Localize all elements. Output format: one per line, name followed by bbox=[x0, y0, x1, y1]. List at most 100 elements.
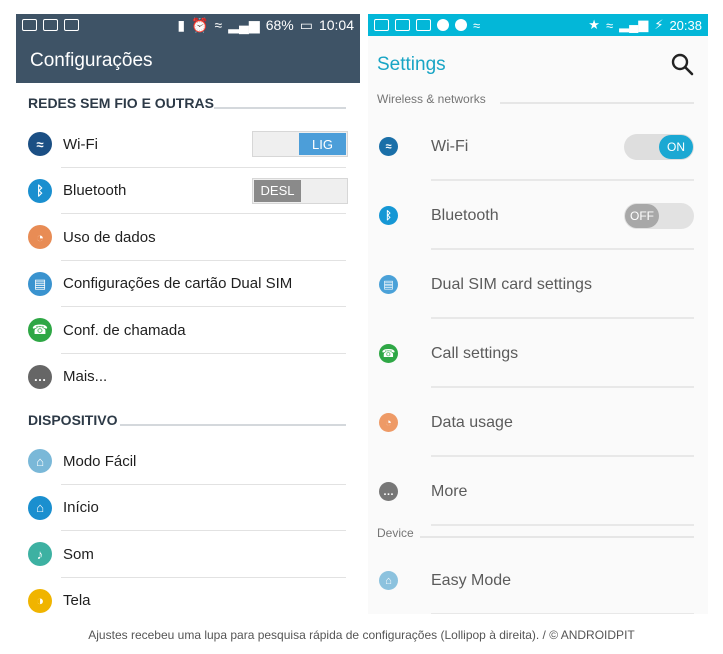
vibrate-icon: ▮ bbox=[177, 16, 186, 33]
toggle-state-label: LIG bbox=[299, 133, 346, 156]
settings-item-label: Easy Mode bbox=[431, 571, 512, 589]
data-usage-icon: ◔ bbox=[379, 413, 398, 432]
settings-item-wifi[interactable]: ≈ Wi-Fi ON bbox=[368, 112, 708, 181]
easy-mode-icon: ⌂ bbox=[28, 449, 52, 474]
wifi-icon: ≈ bbox=[28, 132, 52, 157]
settings-item-sound[interactable]: ♪ Som bbox=[16, 531, 360, 578]
settings-item-label: Modo Fácil bbox=[63, 452, 137, 470]
sound-icon: ♪ bbox=[28, 542, 52, 567]
image-caption: Ajustes recebeu uma lupa para pesquisa r… bbox=[88, 628, 635, 642]
hotspot-icon: ≈ bbox=[473, 17, 481, 33]
settings-item-phone[interactable]: ☎ Call settings bbox=[368, 319, 708, 388]
settings-item-data-usage[interactable]: ◔ Uso de dados bbox=[16, 214, 360, 261]
page-title: Settings bbox=[377, 54, 446, 75]
wifi-signal-icon: ≈ bbox=[214, 17, 223, 33]
settings-item-label: Tela bbox=[63, 592, 91, 610]
settings-item-label: Wi-Fi bbox=[431, 137, 469, 155]
wifi-icon: ≈ bbox=[379, 137, 398, 156]
settings-item-easy-mode[interactable]: ⌂ Easy Mode bbox=[368, 546, 708, 614]
gallery-notification-icon bbox=[22, 19, 37, 31]
settings-list-wireless: ≈ Wi-Fi LIG ᛒ Bluetooth DESL ◔ Uso de dados ▤ Con… bbox=[16, 121, 360, 400]
section-divider bbox=[120, 424, 346, 426]
cell-signal-icon: ▂▄▆ bbox=[228, 16, 260, 33]
toggle-switch[interactable]: DESL bbox=[252, 177, 348, 204]
settings-list-device: ⌂ Easy Mode bbox=[368, 546, 708, 614]
bluetooth-icon: ᛒ bbox=[28, 178, 52, 203]
display-icon: ◑ bbox=[28, 588, 52, 613]
settings-item-phone[interactable]: ☎ Conf. de chamada bbox=[16, 307, 360, 354]
section-header-device: DISPOSITIVO bbox=[16, 400, 360, 438]
message-notification-icon bbox=[43, 19, 58, 31]
clock: 20:38 bbox=[669, 17, 702, 33]
notification-dot-icon bbox=[455, 19, 467, 31]
section-header-wireless: REDES SEM FIO E OUTRAS bbox=[16, 83, 360, 121]
app-bar: Settings bbox=[368, 36, 708, 92]
settings-item-wifi[interactable]: ≈ Wi-Fi LIG bbox=[16, 121, 360, 168]
star-icon: ★ bbox=[588, 17, 600, 32]
more-icon: … bbox=[379, 482, 398, 501]
section-divider bbox=[420, 536, 694, 538]
settings-item-home[interactable]: ⌂ Início bbox=[16, 485, 360, 531]
mail-notification-icon bbox=[395, 19, 410, 31]
section-divider bbox=[214, 107, 346, 109]
settings-item-label: Uso de dados bbox=[63, 228, 156, 246]
settings-item-label: Bluetooth bbox=[431, 206, 499, 224]
settings-list-wireless: ≈ Wi-Fi ON ᛒ Bluetooth OFF ▤ Dual SIM card sett… bbox=[368, 112, 708, 526]
settings-item-more[interactable]: … More bbox=[368, 457, 708, 526]
page-title: Configurações bbox=[16, 36, 360, 83]
phone-icon: ☎ bbox=[28, 318, 52, 343]
settings-item-sim-card[interactable]: ▤ Dual SIM card settings bbox=[368, 250, 708, 319]
settings-item-label: Wi-Fi bbox=[63, 135, 98, 153]
search-icon[interactable] bbox=[670, 52, 694, 76]
chat-notification-icon bbox=[64, 19, 79, 31]
gmail-notification-icon bbox=[416, 19, 431, 31]
toggle-state-label: ON bbox=[659, 134, 693, 159]
toggle-switch[interactable]: ON bbox=[624, 133, 694, 160]
gallery-notification-icon bbox=[374, 19, 389, 31]
settings-item-sim-card[interactable]: ▤ Configurações de cartão Dual SIM bbox=[16, 261, 360, 307]
section-title: Device bbox=[377, 526, 414, 540]
toggle-state-label: OFF bbox=[625, 203, 659, 228]
settings-item-display[interactable]: ◑ Tela bbox=[16, 578, 360, 625]
phone-icon: ☎ bbox=[379, 344, 398, 363]
section-header-device: Device bbox=[368, 526, 708, 546]
section-header-wireless: Wireless & networks bbox=[368, 92, 708, 112]
settings-item-label: Dual SIM card settings bbox=[431, 275, 592, 293]
settings-item-label: Configurações de cartão Dual SIM bbox=[63, 275, 293, 293]
battery-percent: 68% bbox=[265, 17, 294, 33]
settings-item-label: Mais... bbox=[63, 368, 108, 386]
settings-item-bluetooth[interactable]: ᛒ Bluetooth DESL bbox=[16, 168, 360, 214]
settings-item-label: Call settings bbox=[431, 344, 519, 362]
alarm-icon: ⏰ bbox=[191, 16, 209, 33]
home-icon: ⌂ bbox=[28, 495, 52, 520]
battery-icon: ▭ bbox=[299, 16, 313, 33]
toggle-switch[interactable]: OFF bbox=[624, 202, 694, 229]
sim-card-icon: ▤ bbox=[28, 271, 52, 296]
bluetooth-icon: ᛒ bbox=[379, 206, 398, 225]
toggle-state-label: DESL bbox=[254, 179, 301, 202]
settings-item-label: Início bbox=[63, 499, 99, 517]
settings-item-easy-mode[interactable]: ⌂ Modo Fácil bbox=[16, 438, 360, 485]
wifi-signal-icon: ≈ bbox=[605, 17, 614, 33]
settings-item-data-usage[interactable]: ◔ Data usage bbox=[368, 388, 708, 457]
settings-list-device: ⌂ Modo Fácil ⌂ Início ♪ Som ◑ Tela bbox=[16, 438, 360, 624]
status-bar: ≈ ★ ≈ ▂▄▆ ⚡ 20:38 bbox=[368, 14, 708, 36]
cell-signal-icon: ▂▄▆ bbox=[619, 17, 649, 32]
settings-item-bluetooth[interactable]: ᛒ Bluetooth OFF bbox=[368, 181, 708, 250]
left-phone-screen: ▮ ⏰ ≈ ▂▄▆ 68% ▭ 10:04 Configurações REDE… bbox=[16, 14, 360, 626]
settings-item-label: More bbox=[431, 482, 468, 500]
section-divider bbox=[500, 102, 694, 104]
settings-item-more[interactable]: … Mais... bbox=[16, 354, 360, 401]
settings-item-label: Conf. de chamada bbox=[63, 321, 186, 339]
item-divider bbox=[431, 613, 694, 614]
section-title: REDES SEM FIO E OUTRAS bbox=[28, 95, 214, 111]
settings-item-label: Som bbox=[63, 545, 94, 563]
easy-mode-icon: ⌂ bbox=[379, 571, 398, 590]
settings-item-label: Data usage bbox=[431, 413, 513, 431]
clock: 10:04 bbox=[318, 17, 354, 33]
more-icon: … bbox=[28, 364, 52, 389]
section-title: DISPOSITIVO bbox=[28, 412, 118, 428]
status-bar: ▮ ⏰ ≈ ▂▄▆ 68% ▭ 10:04 bbox=[16, 14, 360, 36]
section-title: Wireless & networks bbox=[377, 92, 486, 106]
toggle-switch[interactable]: LIG bbox=[252, 131, 348, 158]
